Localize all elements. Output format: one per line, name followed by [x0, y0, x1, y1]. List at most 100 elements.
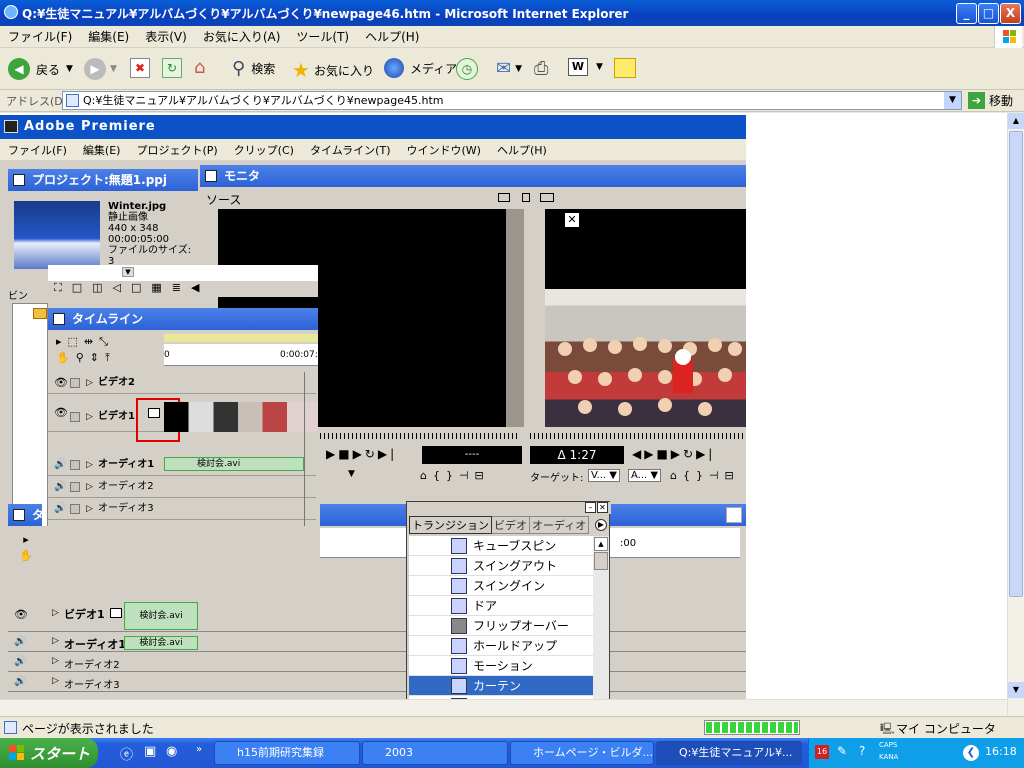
tab-audio[interactable]: オーディオ [530, 516, 590, 534]
lock-toggle[interactable] [70, 460, 80, 470]
horizontal-scrollbar[interactable] [0, 699, 1007, 716]
menu-file[interactable]: ファイル(F) [0, 28, 80, 45]
expand-arrow-icon[interactable]: ▷ [86, 476, 93, 498]
media-button[interactable]: メディア [384, 58, 457, 78]
menu-favorites[interactable]: お気に入り(A) [195, 28, 289, 45]
palette-menu-icon[interactable]: ▶ [595, 519, 607, 531]
timeline2-audio2[interactable]: 🔊 ▷ オーディオ2 [8, 654, 746, 672]
transitions-scrollbar[interactable]: ▲ [593, 536, 609, 712]
address-dropdown-icon[interactable]: ▼ [944, 92, 961, 109]
timeline-tools[interactable]: ▸⬚⇹⤡ ✋⚲⇕⤒ [50, 334, 158, 370]
menu-help[interactable]: ヘルプ(H) [357, 28, 427, 45]
task-h15[interactable]: h15前期研究集録 [214, 741, 360, 765]
track-audio2[interactable]: 🔊 ▷ オーディオ2 [48, 476, 316, 498]
home-button[interactable]: ⌂ [194, 58, 216, 78]
view-mode-icon[interactable] [498, 193, 510, 202]
task-ie[interactable]: Q:¥生徒マニュアル¥... [656, 741, 802, 765]
task-2003[interactable]: 2003 [362, 741, 508, 765]
media-quicklaunch-icon[interactable]: ◉ [166, 744, 177, 759]
close-button[interactable]: X [1000, 3, 1021, 24]
menu-tools[interactable]: ツール(T) [288, 28, 357, 45]
program-transport-controls[interactable]: ◀▶■▶↻▶| [632, 447, 715, 461]
back-button[interactable]: ◀ 戻る ▼ [8, 58, 73, 80]
vertical-scrollbar[interactable]: ▲ ▼ [1007, 113, 1024, 716]
transition-item-selected[interactable]: カーテン [409, 676, 593, 696]
video-clip-thumbnails[interactable] [164, 402, 318, 432]
minimize-button[interactable]: _ [956, 3, 977, 24]
lock-toggle[interactable] [70, 504, 80, 514]
chevron-down-icon[interactable]: ▼ [515, 64, 522, 74]
lock-toggle[interactable] [70, 412, 80, 422]
track-video1[interactable]: 👁 ▷ ビデオ1 [48, 398, 318, 442]
eye-icon[interactable]: 👁 [54, 402, 68, 424]
pr-menu-edit[interactable]: 編集(E) [75, 142, 129, 158]
stop-button[interactable]: ✖ [130, 58, 150, 78]
help-icon[interactable]: ? [859, 744, 865, 758]
chevron-down-icon[interactable]: ▼ [66, 64, 73, 74]
track-audio1[interactable]: 🔊 ▷ オーディオ1 検討会.avi [48, 454, 316, 476]
menu-view[interactable]: 表示(V) [137, 28, 195, 45]
transition-item[interactable]: フリップオーバー [409, 616, 593, 636]
view-mode-icon[interactable] [522, 193, 530, 202]
print-button[interactable]: ⎙ [534, 58, 548, 79]
refresh-button[interactable]: ↻ [162, 58, 182, 78]
lock-toggle[interactable] [70, 482, 80, 492]
tab-video[interactable]: ビデオ [492, 516, 530, 534]
pr-menu-help[interactable]: ヘルプ(H) [489, 142, 555, 158]
transition-marker-icon[interactable] [110, 608, 122, 618]
chevron-down-icon[interactable]: ▼ [122, 267, 134, 277]
transition-item[interactable]: ドア [409, 596, 593, 616]
speaker-icon[interactable]: 🔊 [14, 656, 26, 667]
pr-menu-clip[interactable]: クリップ(C) [226, 142, 302, 158]
chevron-down-icon[interactable]: ▼ [596, 62, 603, 72]
target-video-select[interactable]: V... ▼ [588, 469, 620, 482]
start-button[interactable]: スタート [0, 738, 98, 768]
chevron-down-icon[interactable]: ▼ [110, 64, 117, 74]
timeline2-tools[interactable]: ▸ ✋ [12, 532, 40, 566]
ie-quicklaunch-icon[interactable]: ⓔ [120, 744, 133, 763]
timeline2-audio1[interactable]: 🔊 ▷ オーディオ1 検討会.avi [8, 634, 746, 652]
expand-arrow-icon[interactable]: ▷ [86, 454, 93, 476]
eye-icon[interactable]: 👁 [14, 608, 28, 621]
project-tool-buttons[interactable]: ⛶□◫◁□▦≣◀ [48, 281, 318, 297]
source-dropdown-icon[interactable]: ▼ [348, 469, 355, 479]
expand-arrow-icon[interactable]: ▷ [86, 372, 93, 394]
transition-item[interactable]: スイングアウト [409, 556, 593, 576]
source-edit-controls[interactable]: ⌂{}⊣⊟ [420, 469, 490, 482]
pr-menu-project[interactable]: プロジェクト(P) [128, 142, 225, 158]
track-video2[interactable]: 👁 ▷ ビデオ2 [48, 372, 316, 394]
scroll-down-icon[interactable]: ▼ [1008, 682, 1024, 698]
scroll-up-icon[interactable]: ▲ [594, 537, 608, 551]
pr-menu-timeline[interactable]: タイムライン(T) [302, 142, 399, 158]
address-input[interactable]: Q:¥生徒マニュアル¥アルバムづくり¥アルバムづくり¥newpage45.htm… [62, 91, 962, 110]
favorites-button[interactable]: ★ お気に入り [292, 58, 374, 82]
source-scroll[interactable] [506, 209, 524, 427]
track-audio3[interactable]: 🔊 ▷ オーディオ3 [48, 498, 316, 520]
view-mode-icon[interactable] [540, 193, 554, 202]
history-button[interactable]: ◷ [456, 58, 478, 80]
go-button[interactable]: ➔ 移動 [968, 92, 1013, 109]
pr-menu-window[interactable]: ウインドウ(W) [399, 142, 489, 158]
ime-icon[interactable]: ✎ [837, 744, 847, 758]
expand-arrow-icon[interactable]: ▷ [52, 608, 59, 618]
timeline2-video1[interactable]: 👁 ▷ ビデオ1 検討会.avi [8, 602, 746, 632]
expand-arrow-icon[interactable]: ▷ [86, 406, 93, 428]
speaker-icon[interactable]: 🔊 [54, 476, 66, 498]
task-homepage-builder[interactable]: ホームページ・ビルダ... [510, 741, 654, 765]
pr-menu-file[interactable]: ファイル(F) [0, 142, 75, 158]
menu-edit[interactable]: 編集(E) [80, 28, 137, 45]
source-transport-controls[interactable]: ▶■▶↻▶| [326, 447, 397, 461]
tray-app-icon[interactable]: 16 [815, 745, 829, 759]
search-button[interactable]: ⚲ 検索 [232, 58, 275, 79]
audio-clip[interactable]: 検討会.avi [164, 457, 304, 471]
timeline2-audio3[interactable]: 🔊 ▷ オーディオ3 [8, 674, 746, 692]
edit-button[interactable]: W ▼ [568, 58, 603, 76]
transition-item[interactable]: スイングイン [409, 576, 593, 596]
expand-arrow-icon[interactable]: ▷ [52, 676, 59, 686]
desktop-quicklaunch-icon[interactable]: ▣ [144, 744, 156, 759]
audio-clip[interactable]: 検討会.avi [124, 636, 198, 650]
transition-item[interactable]: モーション [409, 656, 593, 676]
expand-arrow-icon[interactable]: ▷ [86, 498, 93, 520]
minimize-icon[interactable]: – [585, 502, 596, 513]
eye-icon[interactable]: 👁 [54, 372, 68, 394]
